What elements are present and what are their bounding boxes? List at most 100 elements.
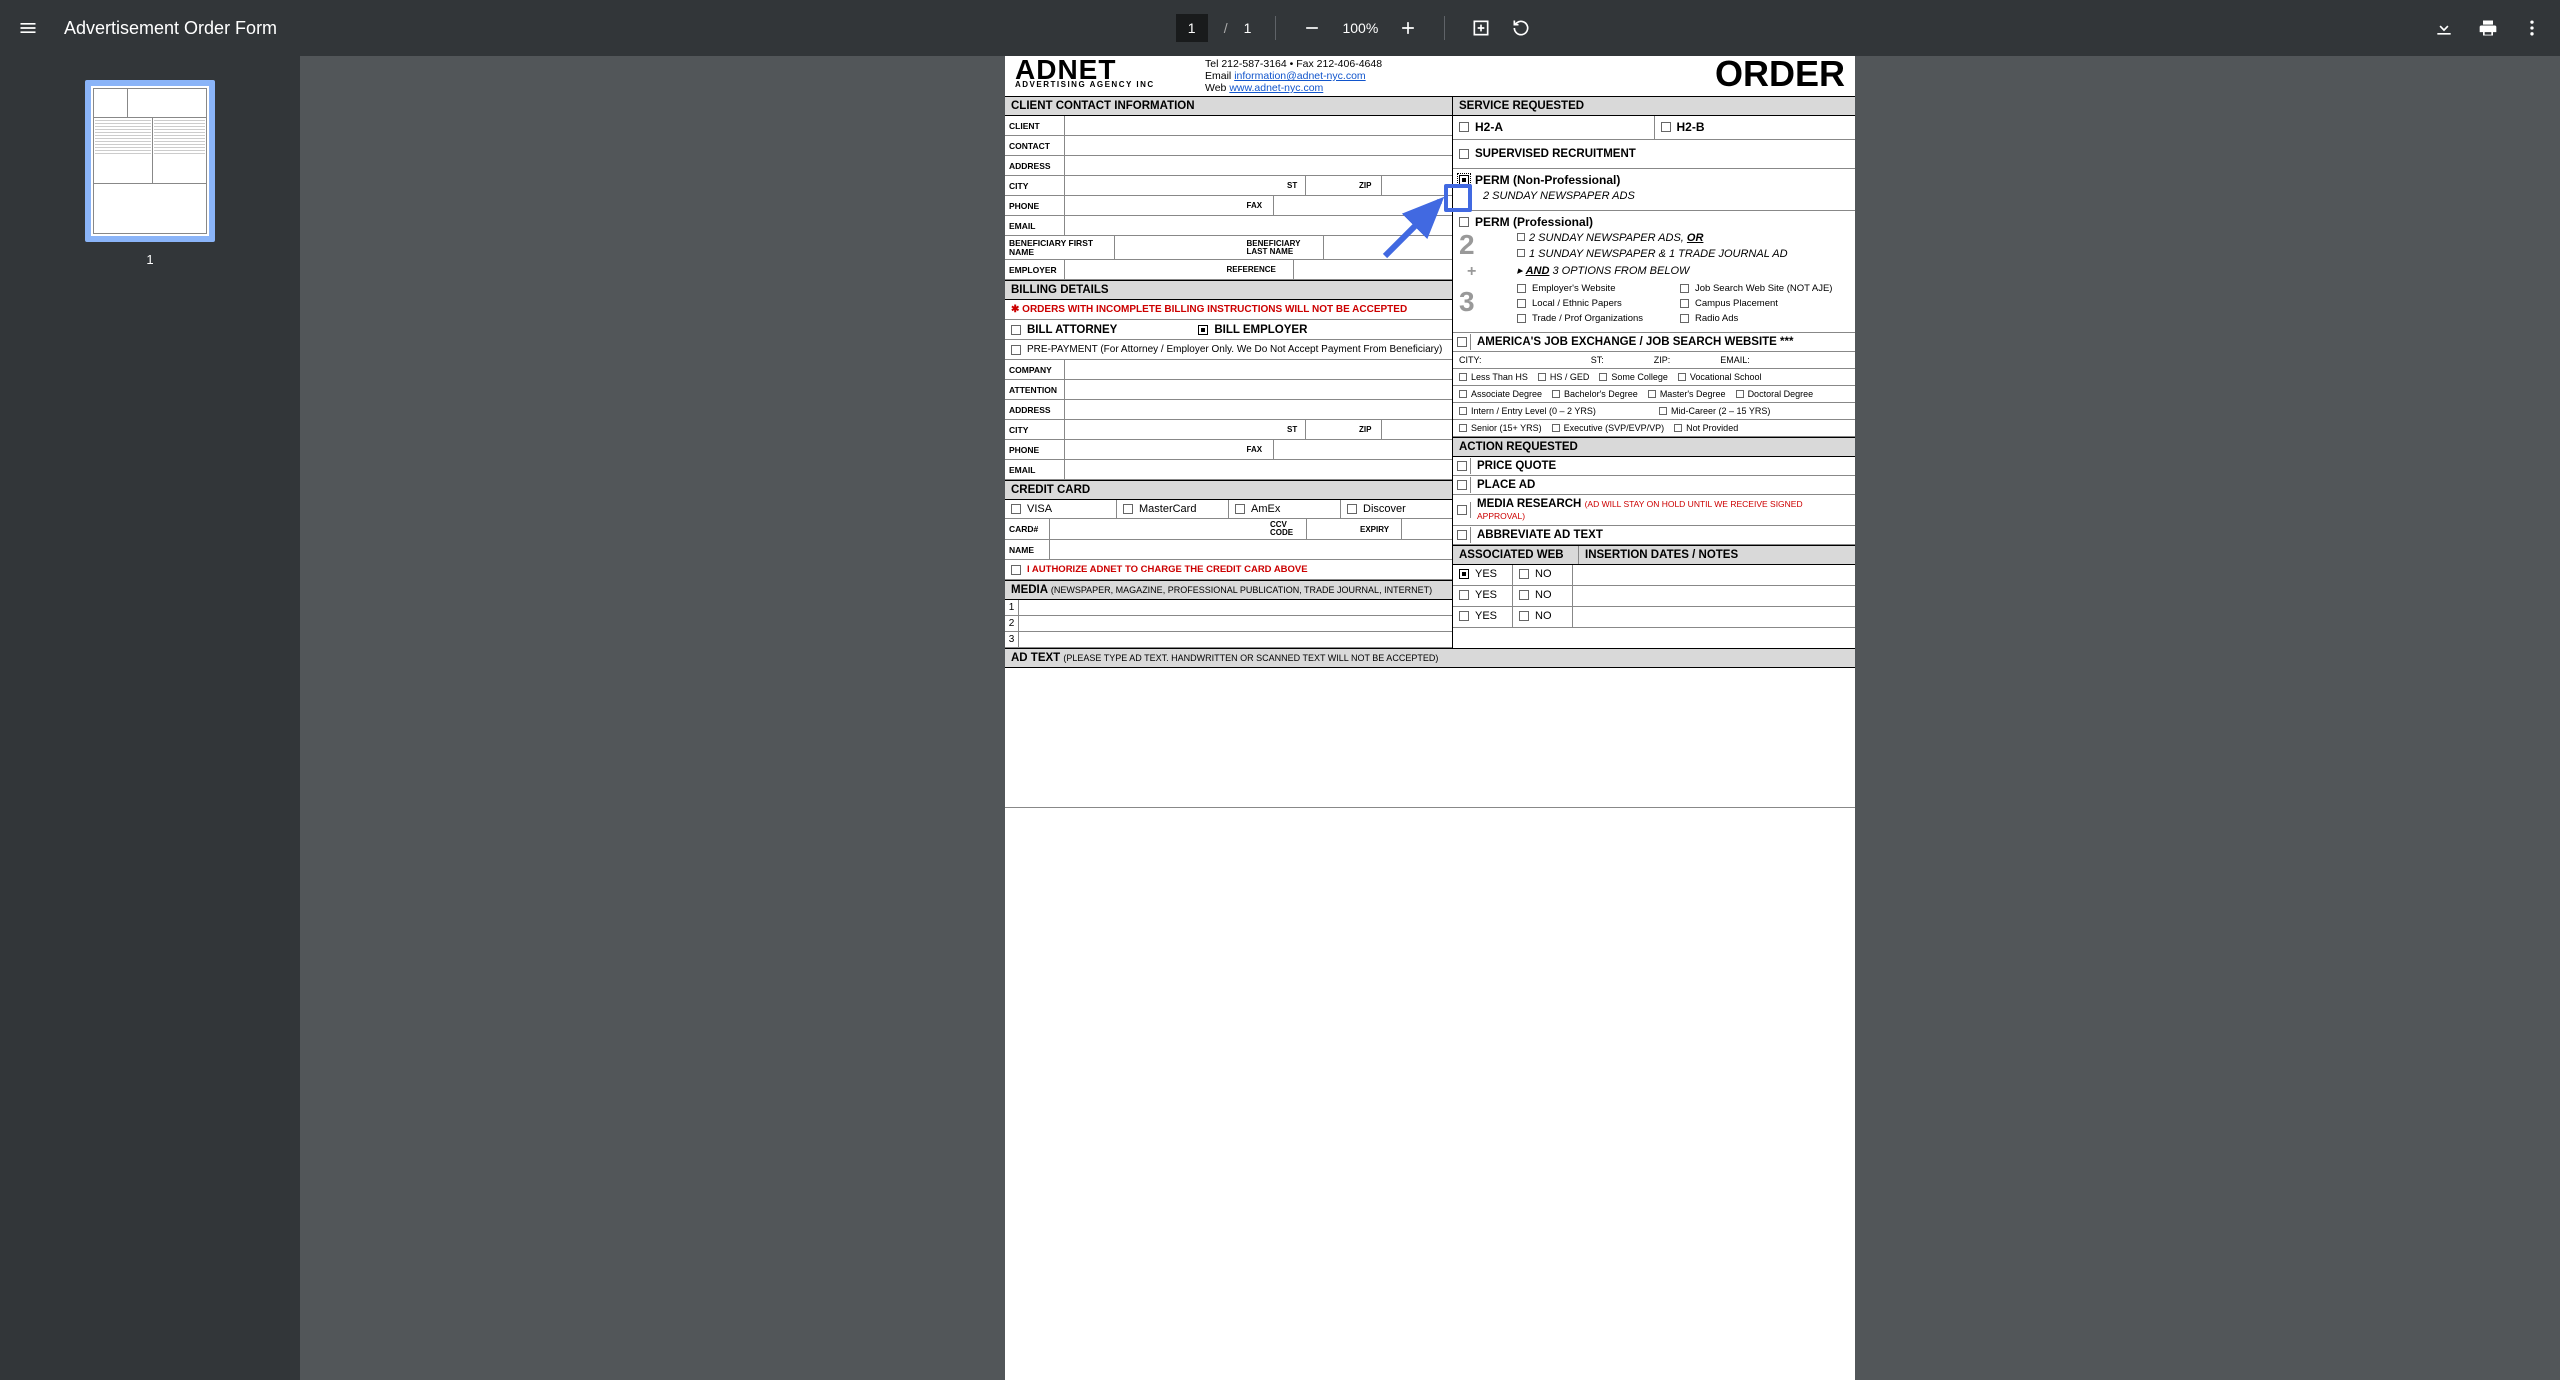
assoc-web-header: ASSOCIATED WEB xyxy=(1459,546,1579,564)
download-icon[interactable] xyxy=(2432,16,2456,40)
ccv-field[interactable] xyxy=(1307,519,1357,539)
page-number-input[interactable] xyxy=(1176,14,1208,42)
supervised-checkbox[interactable]: SUPERVISED RECRUITMENT xyxy=(1459,148,1636,160)
billing-address-field[interactable] xyxy=(1065,400,1452,419)
place-checkbox[interactable] xyxy=(1453,477,1471,493)
exp-intern[interactable]: Intern / Entry Level (0 – 2 YRS) xyxy=(1459,406,1649,416)
employer-field[interactable] xyxy=(1065,260,1224,279)
opt-job-search[interactable]: Job Search Web Site (NOT AJE) xyxy=(1680,283,1832,294)
billing-city-field[interactable] xyxy=(1065,420,1284,439)
abbrev-checkbox[interactable] xyxy=(1453,527,1471,543)
adtext-field[interactable] xyxy=(1005,668,1855,808)
insertion-2-field[interactable] xyxy=(1573,586,1855,606)
edu-bachelor[interactable]: Bachelor's Degree xyxy=(1552,389,1638,399)
annotation-highlight xyxy=(1444,184,1472,212)
bill-employer-checkbox[interactable]: BILL EMPLOYER xyxy=(1198,323,1307,336)
company-field[interactable] xyxy=(1065,360,1452,379)
billing-fax-field[interactable] xyxy=(1274,440,1453,459)
media-2-field[interactable] xyxy=(1019,616,1452,631)
h2a-checkbox[interactable]: H2-A xyxy=(1459,120,1503,134)
insertion-1-field[interactable] xyxy=(1573,565,1855,585)
research-checkbox[interactable] xyxy=(1453,502,1471,518)
email-link[interactable]: information@adnet-nyc.com xyxy=(1234,70,1365,82)
action-section-header: ACTION REQUESTED xyxy=(1453,437,1855,457)
perm-np-checkbox[interactable]: PERM (Non-Professional) xyxy=(1459,173,1620,187)
exp-not-provided[interactable]: Not Provided xyxy=(1674,423,1738,433)
opt-campus[interactable]: Campus Placement xyxy=(1680,298,1778,309)
document-viewer[interactable]: ADNET ADVERTISING AGENCY INC Tel 212-587… xyxy=(300,56,2560,1380)
edu-vocational[interactable]: Vocational School xyxy=(1678,372,1762,382)
billing-email-field[interactable] xyxy=(1065,460,1452,479)
expiry-field[interactable] xyxy=(1402,519,1452,539)
edu-some-college[interactable]: Some College xyxy=(1599,372,1668,382)
card-num-field[interactable] xyxy=(1050,519,1267,539)
opt-radio[interactable]: Radio Ads xyxy=(1680,313,1738,324)
edu-master[interactable]: Master's Degree xyxy=(1648,389,1726,399)
billing-section-header: BILLING DETAILS xyxy=(1005,280,1452,300)
st-field[interactable] xyxy=(1306,176,1356,195)
assoc-3-no[interactable]: NO xyxy=(1519,610,1552,622)
rotate-icon[interactable] xyxy=(1509,16,1533,40)
fit-page-icon[interactable] xyxy=(1469,16,1493,40)
assoc-3-yes[interactable]: YES xyxy=(1459,610,1497,622)
perm-p-checkbox[interactable]: PERM (Professional) xyxy=(1459,215,1593,229)
form-title: ORDER xyxy=(1463,56,1855,96)
h2b-checkbox[interactable]: H2-B xyxy=(1661,120,1705,134)
prepayment-checkbox[interactable]: PRE-PAYMENT (For Attorney / Employer Onl… xyxy=(1011,343,1442,356)
opt-local-ethnic[interactable]: Local / Ethnic Papers xyxy=(1517,298,1622,309)
address-field[interactable] xyxy=(1065,156,1452,175)
contact-field[interactable] xyxy=(1065,136,1452,155)
aje-address-row: CITY: ST: ZIP: EMAIL: xyxy=(1453,352,1855,369)
assoc-1-yes[interactable]: YES xyxy=(1459,568,1497,580)
billing-email-label: EMAIL xyxy=(1005,460,1065,479)
company-contact: Tel 212-587-3164 • Fax 212-406-4648 Emai… xyxy=(1205,56,1463,96)
assoc-1-no[interactable]: NO xyxy=(1519,568,1552,580)
annotation-arrow-icon xyxy=(1375,186,1455,266)
media-1-label: 1 xyxy=(1005,600,1019,615)
big-3: 3 xyxy=(1459,286,1475,318)
insertion-3-field[interactable] xyxy=(1573,607,1855,627)
ben-first-field[interactable] xyxy=(1115,236,1244,259)
more-icon[interactable] xyxy=(2520,16,2544,40)
exp-senior[interactable]: Senior (15+ YRS) xyxy=(1459,423,1542,433)
city-field[interactable] xyxy=(1065,176,1284,195)
edu-associate[interactable]: Associate Degree xyxy=(1459,389,1542,399)
media-2-label: 2 xyxy=(1005,616,1019,631)
reference-label: REFERENCE xyxy=(1224,260,1294,279)
edu-doctoral[interactable]: Doctoral Degree xyxy=(1736,389,1814,399)
edu-less-hs[interactable]: Less Than HS xyxy=(1459,372,1528,382)
print-icon[interactable] xyxy=(2476,16,2500,40)
assoc-2-yes[interactable]: YES xyxy=(1459,589,1497,601)
page-thumbnail[interactable] xyxy=(85,80,215,242)
assoc-2-no[interactable]: NO xyxy=(1519,589,1552,601)
aje-checkbox[interactable] xyxy=(1453,334,1471,350)
billing-phone-field[interactable] xyxy=(1065,440,1244,459)
zoom-in-icon[interactable] xyxy=(1396,16,1420,40)
media-1-field[interactable] xyxy=(1019,600,1452,615)
edu-hs-ged[interactable]: HS / GED xyxy=(1538,372,1590,382)
cc-auth-checkbox[interactable]: I AUTHORIZE ADNET TO CHARGE THE CREDIT C… xyxy=(1011,563,1308,576)
web-link[interactable]: www.adnet-nyc.com xyxy=(1229,82,1323,94)
attention-field[interactable] xyxy=(1065,380,1452,399)
aje-label: AMERICA'S JOB EXCHANGE / JOB SEARCH WEBS… xyxy=(1471,333,1855,351)
billing-st-field[interactable] xyxy=(1306,420,1356,439)
cc-name-field[interactable] xyxy=(1050,540,1452,559)
exp-mid[interactable]: Mid-Career (2 – 15 YRS) xyxy=(1659,406,1849,416)
billing-zip-field[interactable] xyxy=(1382,420,1452,439)
bill-attorney-checkbox[interactable]: BILL ATTORNEY xyxy=(1011,323,1117,336)
zoom-out-icon[interactable] xyxy=(1300,16,1324,40)
exp-exec[interactable]: Executive (SVP/EVP/VP) xyxy=(1552,423,1665,433)
billing-address-label: ADDRESS xyxy=(1005,400,1065,419)
mastercard-checkbox[interactable]: MasterCard xyxy=(1123,503,1196,515)
amex-checkbox[interactable]: AmEx xyxy=(1235,503,1280,515)
menu-icon[interactable] xyxy=(16,16,40,40)
phone-field[interactable] xyxy=(1065,196,1244,215)
visa-checkbox[interactable]: VISA xyxy=(1011,503,1052,515)
discover-checkbox[interactable]: Discover xyxy=(1347,503,1406,515)
opt-trade-prof[interactable]: Trade / Prof Organizations xyxy=(1517,313,1643,324)
thumbnail-label: 1 xyxy=(146,252,153,267)
quote-checkbox[interactable] xyxy=(1453,458,1471,474)
media-3-field[interactable] xyxy=(1019,632,1452,647)
opt-employer-web[interactable]: Employer's Website xyxy=(1517,283,1615,294)
client-field[interactable] xyxy=(1065,116,1452,135)
